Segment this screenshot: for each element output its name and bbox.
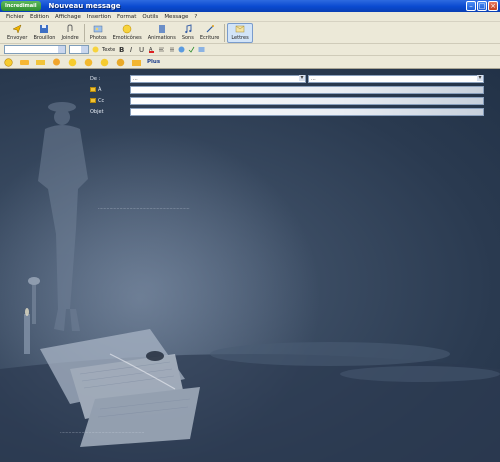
from-row: De : ... ... — [90, 74, 484, 83]
draft-button[interactable]: Brouillon — [30, 23, 58, 43]
cc-row: Cc — [90, 96, 484, 105]
format-bar: Texte B I U A — [0, 44, 500, 56]
subject-row: Objet — [90, 107, 484, 116]
balloon-icon[interactable] — [51, 58, 62, 67]
subject-input[interactable] — [130, 107, 484, 116]
incredimail-logo: Incredimail — [1, 1, 41, 11]
quick-bar: Plus — [0, 56, 500, 69]
smiley-icon[interactable] — [67, 58, 78, 67]
paperclip-icon — [67, 24, 73, 32]
svg-text:U: U — [139, 46, 144, 53]
smiley-icon[interactable] — [3, 57, 14, 67]
photos-button[interactable]: Photos — [87, 23, 110, 43]
window-controls: – □ × — [466, 1, 498, 11]
bold-icon[interactable]: B — [118, 46, 125, 53]
menu-view[interactable]: Affichage — [55, 14, 81, 20]
animation-icon[interactable] — [19, 58, 30, 67]
sounds-button[interactable]: Sons — [179, 23, 197, 43]
list-icon[interactable] — [168, 46, 175, 53]
gift-icon[interactable] — [131, 58, 142, 67]
message-body-text[interactable]: ........................................… — [98, 206, 190, 211]
account-select[interactable]: ... — [308, 74, 484, 83]
smiley-icon[interactable] — [83, 58, 94, 67]
toolbar-separator — [83, 23, 85, 42]
underline-icon[interactable]: U — [138, 46, 145, 53]
from-label: De : — [90, 75, 101, 82]
svg-text:I: I — [130, 46, 132, 53]
smiley-icon[interactable] — [92, 46, 99, 53]
save-icon — [40, 25, 49, 33]
letters-button[interactable]: Lettres — [227, 22, 253, 43]
menu-file[interactable]: Fichier — [6, 14, 24, 20]
signature-text[interactable]: ........................................… — [60, 430, 144, 435]
text-label: Texte — [102, 46, 116, 53]
title-bar: Incredimail Nouveau message – □ × — [0, 0, 500, 12]
compose-area: De : ... ... À Cc Objet ................… — [0, 69, 500, 462]
italic-icon[interactable]: I — [128, 46, 135, 53]
music-icon[interactable] — [115, 58, 126, 67]
send-button[interactable]: Envoyer — [4, 23, 30, 43]
attach-button[interactable]: Joindre — [58, 23, 81, 43]
to-row: À — [90, 85, 484, 94]
menu-message[interactable]: Message — [164, 14, 188, 20]
smiley-icon — [122, 24, 132, 34]
close-button[interactable]: × — [488, 1, 498, 11]
address-book-icon — [90, 98, 96, 103]
maximize-button[interactable]: □ — [477, 1, 487, 11]
smiley-icon[interactable] — [99, 58, 110, 67]
envelope-icon[interactable] — [35, 58, 46, 67]
globe-icon[interactable] — [178, 46, 185, 53]
menu-edit[interactable]: Edition — [30, 14, 49, 20]
pen-icon — [206, 25, 214, 33]
photo-icon — [93, 25, 103, 33]
send-icon — [12, 24, 22, 34]
from-select[interactable]: ... — [130, 74, 306, 83]
handwriting-button[interactable]: Ecriture — [197, 23, 223, 43]
to-input[interactable] — [130, 85, 484, 94]
toolbar-separator — [224, 23, 226, 42]
animations-button[interactable]: Animations — [145, 23, 179, 43]
music-icon — [185, 24, 192, 34]
menu-insert[interactable]: Insertion — [87, 14, 111, 20]
picture-icon[interactable] — [198, 46, 205, 53]
to-label[interactable]: À — [90, 87, 130, 93]
emoticons-button[interactable]: Emoticônes — [110, 23, 145, 43]
cc-input[interactable] — [130, 96, 484, 105]
minimize-button[interactable]: – — [466, 1, 476, 11]
more-link[interactable]: Plus — [147, 59, 160, 65]
menu-format[interactable]: Format — [117, 14, 136, 20]
window-title: Nouveau message — [48, 2, 121, 10]
font-family-select[interactable] — [4, 45, 66, 54]
font-color-icon[interactable]: A — [148, 46, 155, 53]
letter-background-image — [0, 102, 500, 462]
address-book-icon — [90, 87, 96, 92]
cc-label[interactable]: Cc — [90, 98, 130, 104]
svg-text:A: A — [149, 47, 153, 53]
spellcheck-icon[interactable] — [188, 46, 195, 53]
letter-icon — [235, 25, 245, 33]
menu-tools[interactable]: Outils — [142, 14, 158, 20]
font-size-select[interactable] — [69, 45, 89, 54]
animation-icon — [158, 25, 165, 33]
main-toolbar: Envoyer Brouillon Joindre Photos Emoticô… — [0, 22, 500, 44]
svg-text:B: B — [119, 46, 124, 53]
align-icon[interactable] — [158, 46, 165, 53]
menu-help[interactable]: ? — [194, 14, 197, 20]
subject-label: Objet — [90, 108, 104, 115]
menu-bar: Fichier Edition Affichage Insertion Form… — [0, 12, 500, 22]
